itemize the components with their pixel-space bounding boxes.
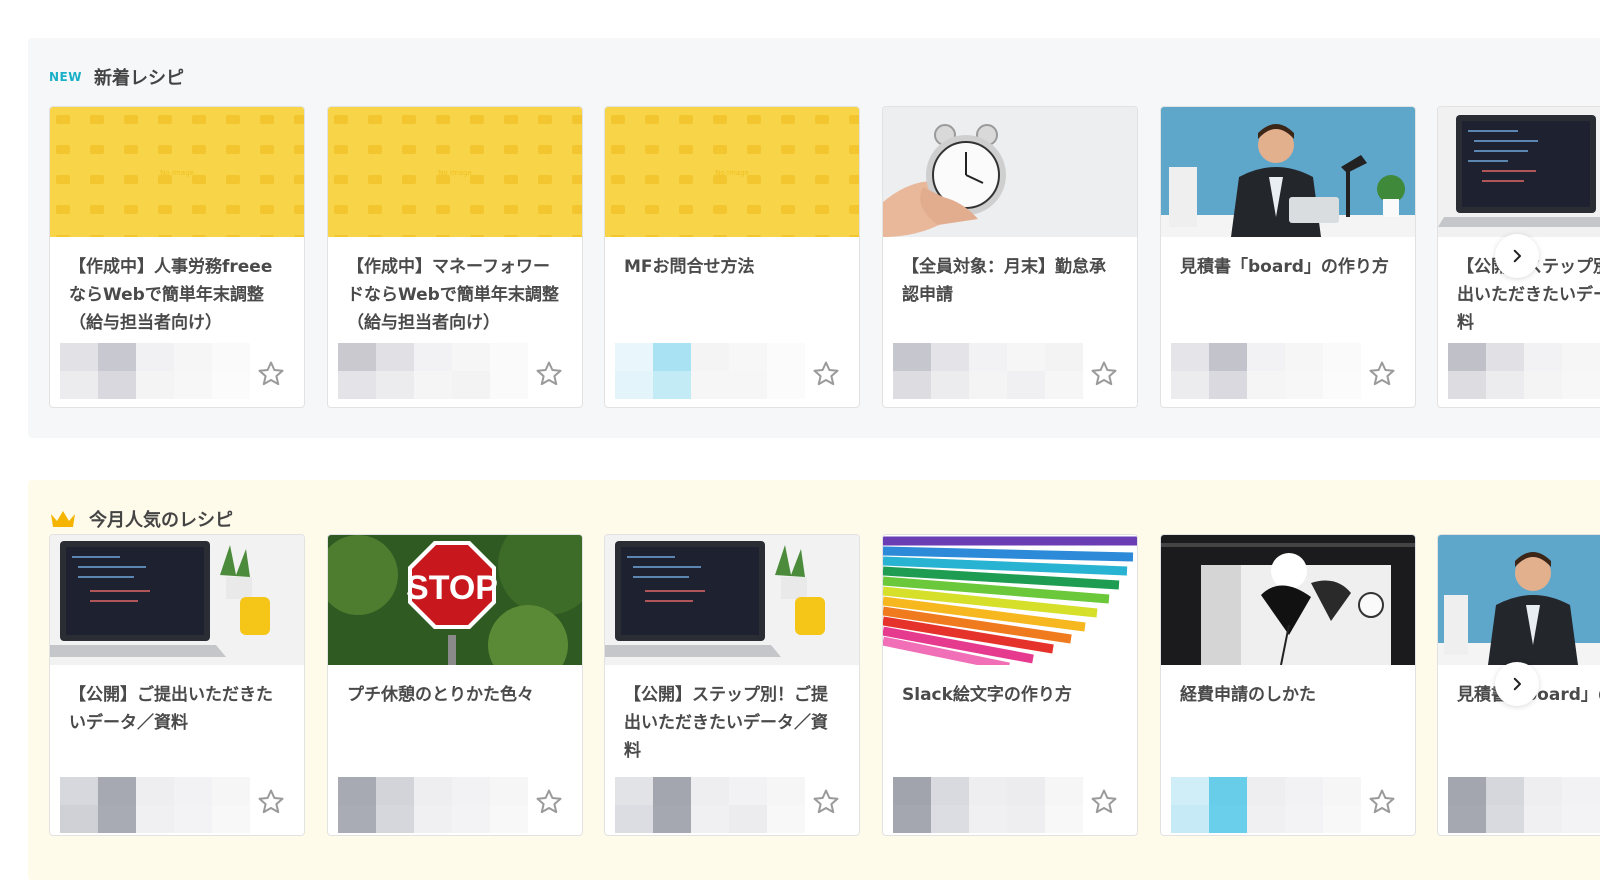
blurred-author-avatar	[1171, 343, 1361, 399]
businessman-image	[1438, 535, 1600, 665]
blurred-author-avatar	[1448, 343, 1600, 399]
blurred-author-avatar	[60, 343, 250, 399]
star-icon[interactable]	[256, 359, 286, 389]
recipe-card[interactable]: 【公開】ステップ別！ご提出いただきたいデータ／資料	[604, 534, 860, 836]
star-icon[interactable]	[534, 787, 564, 817]
new-recipes-carousel: No Image 【作成中】人事労務freeeならWebで簡単年末調整（給与担当…	[49, 106, 1600, 410]
recipe-card[interactable]: STOP プチ休憩のとりかた色々	[327, 534, 583, 836]
laptop-photo-thumbnail	[605, 535, 859, 665]
star-icon[interactable]	[811, 359, 841, 389]
no-image-thumbnail: No Image	[605, 107, 859, 237]
recipe-title[interactable]: Slack絵文字の作り方	[902, 681, 1119, 709]
popular-recipes-carousel: 【公開】ご提出いただきたいデータ／資料 STOP プチ休憩のとりかた色々 【公開…	[49, 534, 1600, 838]
new-recipes-title: 新着レシピ	[93, 68, 184, 89]
no-image-label: No Image	[715, 169, 749, 177]
blurred-author-avatar	[1171, 777, 1361, 833]
no-image-label: No Image	[438, 169, 472, 177]
blurred-author-avatar	[338, 343, 528, 399]
crown-icon	[51, 511, 75, 527]
blurred-author-avatar	[615, 777, 805, 833]
recipe-title[interactable]: 経費申請のしかた	[1180, 681, 1397, 709]
recipe-title[interactable]: 【公開】ステップ別！ご提出いただきたいデータ／資料	[624, 681, 841, 765]
blurred-author-avatar	[615, 343, 805, 399]
no-image-thumbnail: No Image	[328, 107, 582, 237]
chevron-right-icon	[1513, 249, 1521, 263]
recipe-card[interactable]: Slack絵文字の作り方	[882, 534, 1138, 836]
recipe-card[interactable]: No Image 【作成中】人事労務freeeならWebで簡単年末調整（給与担当…	[49, 106, 305, 408]
blurred-author-avatar	[60, 777, 250, 833]
blurred-author-avatar	[893, 777, 1083, 833]
no-image-thumbnail: No Image	[50, 107, 304, 237]
recipe-card[interactable]: 経費申請のしかた	[1160, 534, 1416, 836]
carousel-next-button[interactable]	[1495, 662, 1539, 706]
recipe-card[interactable]: No Image 【作成中】マネーフォワードならWebで簡単年末調整（給与担当者…	[327, 106, 583, 408]
star-icon[interactable]	[1089, 787, 1119, 817]
photo-studio-photo-thumbnail	[1161, 535, 1415, 665]
recipe-card[interactable]: No Image MFお問合せ方法	[604, 106, 860, 408]
stop-sign-text: STOP	[406, 569, 498, 607]
blurred-author-avatar	[1448, 777, 1600, 833]
star-icon[interactable]	[256, 787, 286, 817]
new-recipes-header: NEW 新着レシピ	[49, 64, 184, 90]
chevron-right-icon	[1513, 677, 1521, 691]
star-icon[interactable]	[1367, 787, 1397, 817]
stop-sign-image: STOP	[328, 535, 582, 665]
recipe-title[interactable]: 【作成中】人事労務freeeならWebで簡単年末調整（給与担当者向け）	[69, 253, 286, 337]
recipe-card[interactable]: 【全員対象：月末】勤怠承認申請	[882, 106, 1138, 408]
recipe-title[interactable]: 【全員対象：月末】勤怠承認申請	[902, 253, 1119, 309]
clock-photo-thumbnail	[883, 107, 1137, 237]
businessman-photo-thumbnail	[1161, 107, 1415, 237]
recipe-title[interactable]: 見積書「board」の作り方	[1180, 253, 1397, 281]
color-pencils-image	[883, 535, 1137, 665]
star-icon[interactable]	[1089, 359, 1119, 389]
alarm-clock-image	[883, 107, 1137, 237]
new-badge: NEW	[49, 70, 82, 84]
laptop-image	[1438, 107, 1600, 237]
color-pencils-photo-thumbnail	[883, 535, 1137, 665]
recipe-title[interactable]: 【公開】ご提出いただきたいデータ／資料	[69, 681, 286, 737]
businessman-photo-thumbnail	[1438, 535, 1600, 665]
popular-recipes-title: 今月人気のレシピ	[89, 510, 233, 531]
recipe-title[interactable]: MFお問合せ方法	[624, 253, 841, 281]
laptop-image	[605, 535, 859, 665]
blurred-author-avatar	[893, 343, 1083, 399]
laptop-photo-thumbnail	[50, 535, 304, 665]
laptop-image	[50, 535, 304, 665]
popular-recipes-section: 今月人気のレシピ 【公開】ご提出いただきたいデータ／資料 STOP プチ休憩のと…	[28, 480, 1600, 880]
recipe-card[interactable]: 見積書「board」の作り方	[1160, 106, 1416, 408]
no-image-label: No Image	[160, 169, 194, 177]
laptop-photo-thumbnail	[1438, 107, 1600, 237]
businessman-image	[1161, 107, 1415, 237]
carousel-next-button[interactable]	[1495, 234, 1539, 278]
star-icon[interactable]	[811, 787, 841, 817]
stop-sign-photo-thumbnail: STOP	[328, 535, 582, 665]
recipe-card[interactable]: 【公開】ご提出いただきたいデータ／資料	[49, 534, 305, 836]
recipe-title[interactable]: 【作成中】マネーフォワードならWebで簡単年末調整（給与担当者向け）	[347, 253, 564, 337]
photo-studio-image	[1161, 535, 1415, 665]
recipe-title[interactable]: プチ休憩のとりかた色々	[347, 681, 564, 709]
popular-recipes-header: 今月人気のレシピ	[49, 506, 233, 532]
new-recipes-section: NEW 新着レシピ No Image 【作成中】人事労務freeeならWebで簡…	[28, 38, 1600, 438]
star-icon[interactable]	[1367, 359, 1397, 389]
blurred-author-avatar	[338, 777, 528, 833]
star-icon[interactable]	[534, 359, 564, 389]
